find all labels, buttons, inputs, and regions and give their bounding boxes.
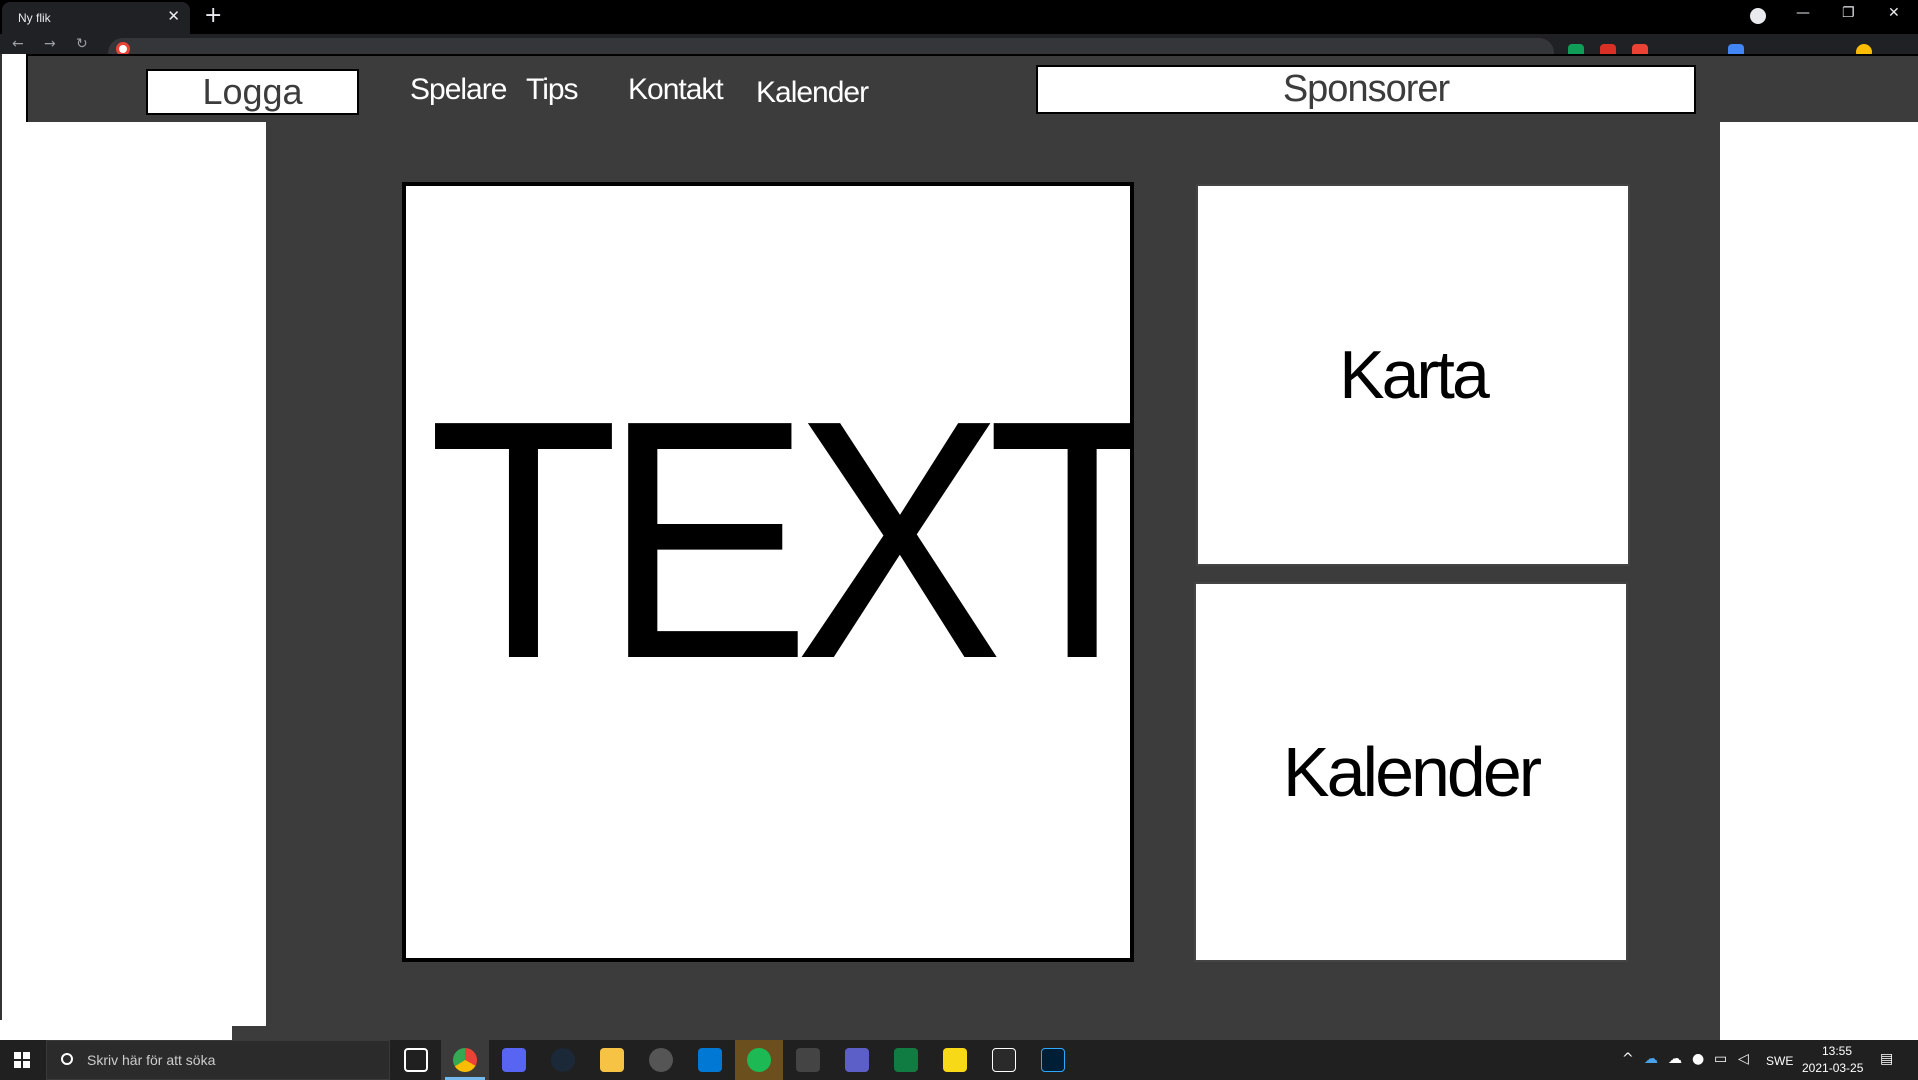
notification-icon[interactable]: ▤ — [1880, 1051, 1893, 1067]
grammarly-icon[interactable] — [1568, 44, 1584, 54]
page-footer-strip — [232, 1026, 1686, 1040]
reload-button[interactable]: ↻ — [76, 36, 88, 52]
new-tab-button[interactable]: + — [204, 4, 222, 28]
tab-title: Ny flik — [18, 11, 51, 25]
site-header: Logga Spelare Tips Kontakt Kalender Spon… — [26, 54, 1918, 122]
close-window-button[interactable]: ✕ — [1888, 5, 1900, 21]
google-icon — [116, 42, 130, 54]
taskbar-search[interactable]: Skriv här för att söka — [46, 1040, 390, 1080]
start-button[interactable] — [0, 1040, 44, 1080]
profile-icon[interactable] — [1750, 8, 1766, 24]
windows-taskbar: Skriv här för att söka ^ ☁ ☁ ● ▭ ◁ SWE 1… — [0, 1040, 1918, 1080]
teams-icon[interactable] — [845, 1048, 869, 1072]
web-page: Logga Spelare Tips Kontakt Kalender Spon… — [0, 54, 1918, 1040]
clock-date[interactable]: 2021-03-25 — [1802, 1061, 1863, 1075]
extension-icon[interactable] — [1728, 44, 1744, 54]
address-bar[interactable] — [108, 38, 1554, 54]
excel-icon[interactable] — [894, 1048, 918, 1072]
windows-icon — [14, 1052, 30, 1068]
restore-button[interactable]: ❐ — [1842, 5, 1855, 21]
extension-icon[interactable] — [1632, 44, 1648, 54]
adblock-icon[interactable] — [1600, 44, 1616, 54]
search-placeholder: Skriv här för att söka — [87, 1052, 216, 1068]
back-button[interactable]: ← — [12, 36, 24, 52]
discord-icon[interactable] — [502, 1048, 526, 1072]
chevron-up-icon[interactable]: ^ — [1622, 1051, 1634, 1067]
page-left-border — [0, 54, 2, 1020]
map-card[interactable]: Karta — [1196, 184, 1630, 566]
browser-tab[interactable]: Ny flik ✕ — [2, 2, 190, 34]
avatar[interactable] — [1856, 44, 1872, 54]
search-icon — [61, 1053, 73, 1065]
photoshop-icon[interactable] — [1041, 1048, 1065, 1072]
main-text-panel: TEXT — [402, 182, 1134, 962]
task-view-icon[interactable] — [404, 1048, 428, 1072]
nav-link-tips[interactable]: Tips — [526, 73, 579, 107]
mail-icon[interactable] — [698, 1048, 722, 1072]
browser-toolbar: ← → ↻ — [0, 34, 1918, 54]
main-text: TEXT — [428, 350, 1134, 730]
calendar-card[interactable]: Kalender — [1194, 582, 1628, 962]
spotify-icon[interactable] — [747, 1048, 771, 1072]
network-icon[interactable]: ▭ — [1714, 1051, 1727, 1067]
epic-games-icon[interactable] — [992, 1048, 1016, 1072]
battlenet-icon[interactable] — [796, 1048, 820, 1072]
file-explorer-icon[interactable] — [600, 1048, 624, 1072]
nav-link-kalender[interactable]: Kalender — [756, 76, 869, 110]
microphone-icon[interactable]: ● — [1692, 1051, 1704, 1067]
forward-button[interactable]: → — [44, 36, 56, 52]
nav-link-spelare[interactable]: Spelare — [410, 73, 507, 107]
onedrive-icon[interactable]: ☁ — [1644, 1051, 1658, 1067]
volume-icon[interactable]: ◁ — [1738, 1051, 1749, 1067]
obs-icon[interactable] — [649, 1048, 673, 1072]
sponsors-banner[interactable]: Sponsorer — [1036, 65, 1696, 114]
browser-tab-strip: Ny flik ✕ + — ❐ ✕ — [0, 0, 1918, 34]
clock-time[interactable]: 13:55 — [1822, 1044, 1852, 1058]
cloud-icon[interactable]: ☁ — [1668, 1051, 1682, 1067]
steam-icon[interactable] — [551, 1048, 575, 1072]
nav-link-kontakt[interactable]: Kontakt — [628, 73, 724, 107]
sticky-notes-icon[interactable] — [943, 1048, 967, 1072]
chrome-icon[interactable] — [453, 1048, 477, 1072]
language-indicator[interactable]: SWE — [1766, 1054, 1793, 1068]
site-logo[interactable]: Logga — [146, 69, 359, 115]
tab-close-icon[interactable]: ✕ — [167, 9, 180, 24]
minimize-button[interactable]: — — [1796, 5, 1810, 21]
